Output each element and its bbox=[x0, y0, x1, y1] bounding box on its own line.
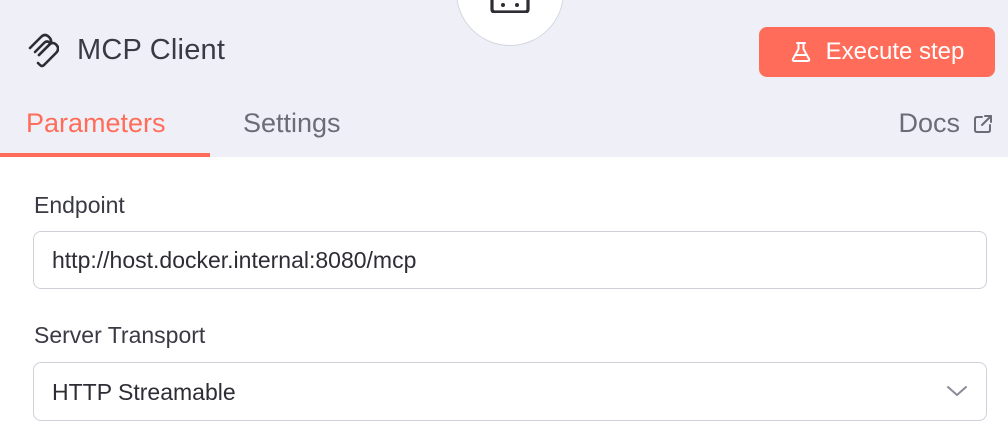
server-transport-select[interactable]: HTTP Streamable bbox=[33, 362, 987, 421]
execute-step-label: Execute step bbox=[825, 38, 965, 65]
endpoint-label: Endpoint bbox=[34, 192, 125, 218]
node-badge-icon bbox=[490, 0, 530, 13]
flask-icon bbox=[791, 42, 810, 62]
node-badge bbox=[456, 0, 564, 46]
node-header: MCP Client Execute step Parameters Setti… bbox=[0, 0, 1008, 157]
node-title-row: MCP Client bbox=[27, 30, 225, 70]
external-link-icon bbox=[974, 114, 992, 133]
node-title: MCP Client bbox=[77, 33, 226, 66]
chevron-down-icon bbox=[947, 386, 967, 396]
execute-step-button[interactable]: Execute step bbox=[759, 27, 995, 77]
server-transport-value: HTTP Streamable bbox=[52, 379, 236, 405]
tab-parameters[interactable]: Parameters bbox=[26, 108, 166, 139]
mcp-icon bbox=[28, 33, 59, 68]
server-transport-label: Server Transport bbox=[34, 322, 206, 348]
endpoint-input[interactable] bbox=[33, 231, 987, 289]
tab-settings[interactable]: Settings bbox=[243, 108, 341, 139]
docs-link[interactable]: Docs bbox=[898, 108, 994, 139]
active-tab-indicator bbox=[0, 153, 210, 157]
docs-label: Docs bbox=[898, 108, 960, 138]
